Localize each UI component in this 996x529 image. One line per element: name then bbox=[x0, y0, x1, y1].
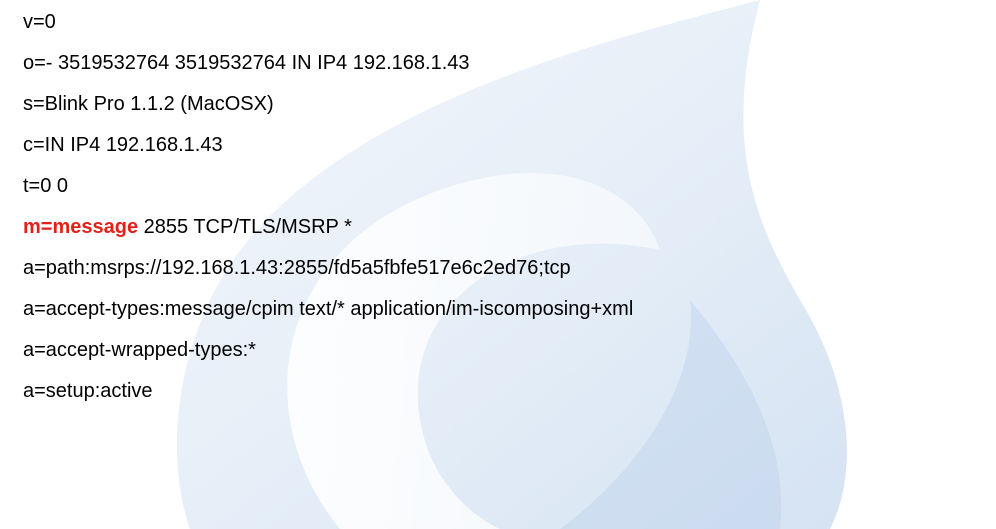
sdp-body: v=0 o=- 3519532764 3519532764 IN IP4 192… bbox=[23, 0, 633, 412]
sdp-media-line: m=message 2855 TCP/TLS/MSRP * bbox=[23, 207, 633, 248]
media-keyword: m=message bbox=[23, 216, 139, 238]
media-description: 2855 TCP/TLS/MSRP * bbox=[138, 216, 352, 238]
sdp-connection-line: c=IN IP4 192.168.1.43 bbox=[23, 134, 223, 156]
sdp-timing-line: t=0 0 bbox=[23, 175, 69, 197]
sdp-session-name-line: s=Blink Pro 1.1.2 (MacOSX) bbox=[23, 93, 274, 115]
sdp-accept-types-line: a=accept-types:message/cpim text/* appli… bbox=[23, 298, 634, 320]
sdp-version-line: v=0 bbox=[23, 11, 56, 33]
sdp-setup-line: a=setup:active bbox=[23, 380, 153, 402]
sdp-origin-line: o=- 3519532764 3519532764 IN IP4 192.168… bbox=[23, 52, 470, 74]
sdp-accept-wrapped-types-line: a=accept-wrapped-types:* bbox=[23, 339, 256, 361]
sdp-path-attribute-line: a=path:msrps://192.168.1.43:2855/fd5a5fb… bbox=[23, 257, 571, 279]
